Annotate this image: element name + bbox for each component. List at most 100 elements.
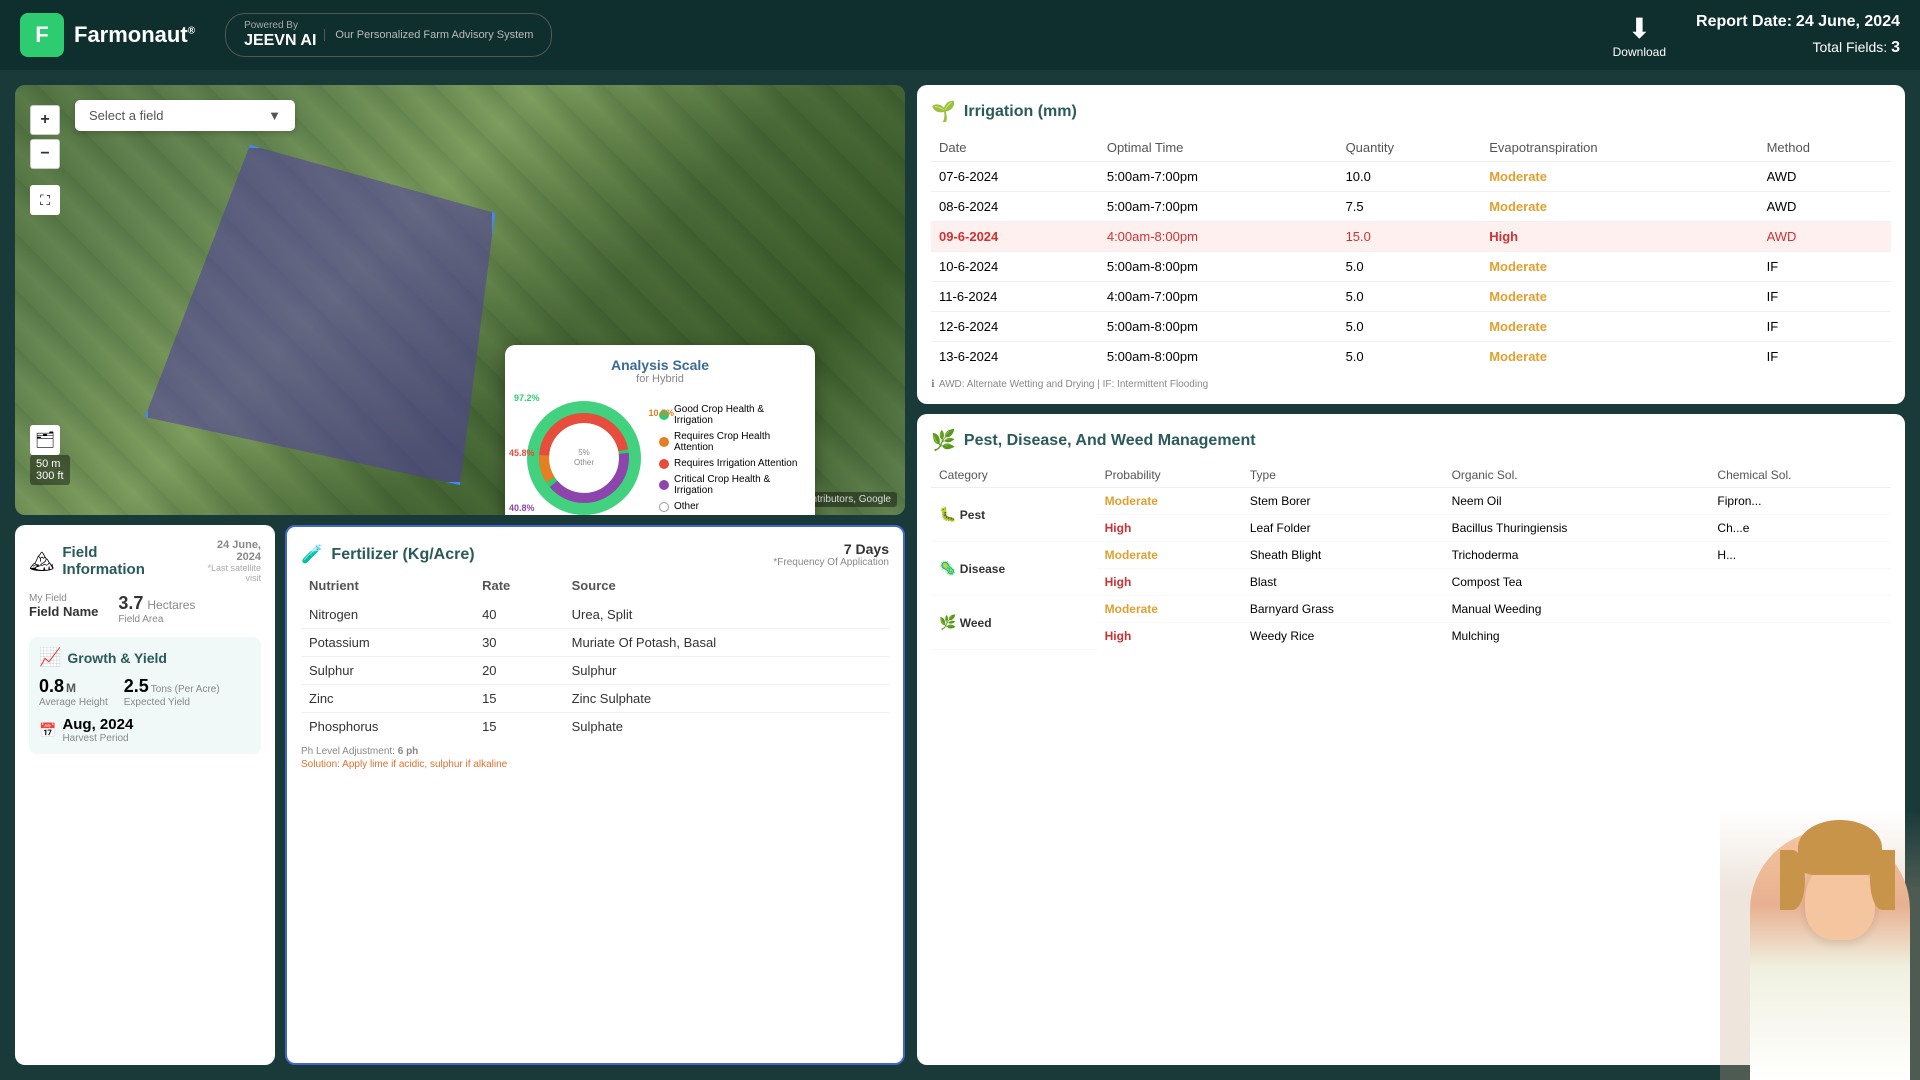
- irrigation-header: 🌱 Irrigation (mm): [931, 99, 1891, 124]
- pest-disease-panel: 🌿 Pest, Disease, And Weed Management Cat…: [917, 414, 1905, 1065]
- growth-header: 📈 Growth & Yield: [39, 647, 251, 668]
- right-column: 🌱 Irrigation (mm) Date Optimal Time Quan…: [917, 85, 1905, 1065]
- field-name-stat: My Field Field Name: [29, 593, 98, 625]
- pest-col-organic: Organic Sol.: [1444, 463, 1710, 488]
- jeevn-subtitle: Our Personalized Farm Advisory System: [324, 29, 533, 41]
- jeevn-name: JEEVN AI: [244, 32, 316, 50]
- map-scale-info: 50 m 300 ft: [30, 455, 70, 485]
- powered-by-label: Powered By: [244, 20, 316, 32]
- field-icon: 🏔: [29, 549, 54, 574]
- pest-title: Pest, Disease, And Weed Management: [964, 432, 1256, 450]
- layers-button[interactable]: 🗂: [30, 425, 60, 455]
- irrigation-row: 11-6-2024 4:00am-7:00pm 5.0 Moderate IF: [931, 282, 1891, 312]
- legend-irr: Requires Irrigation Attention: [659, 458, 801, 469]
- fertilizer-row: Sulphur 20 Sulphur: [301, 657, 889, 685]
- pest-col-chemical: Chemical Sol.: [1709, 463, 1891, 488]
- field-select-dropdown[interactable]: Select a field ▼: [75, 100, 295, 131]
- irr-col-time: Optimal Time: [1099, 134, 1338, 162]
- fertilizer-row: Potassium 30 Muriate Of Potash, Basal: [301, 629, 889, 657]
- pest-row: 🦠 Disease Moderate Sheath Blight Trichod…: [931, 542, 1891, 569]
- irr-col-qty: Quantity: [1338, 134, 1482, 162]
- left-column: + − Select a field ▼ ⛶ 🗂 50 m 300 ft Lea…: [15, 85, 905, 1065]
- header: F Farmonaut® Powered By JEEVN AI Our Per…: [0, 0, 1920, 70]
- legend-crop: Requires Crop Health Attention: [659, 431, 801, 453]
- irr-col-date: Date: [931, 134, 1099, 162]
- farmonaut-logo-icon: F: [20, 13, 64, 57]
- fullscreen-button[interactable]: ⛶: [30, 185, 60, 215]
- fert-col-source: Source: [564, 574, 889, 601]
- download-icon: ⬇: [1628, 12, 1651, 45]
- fertilizer-row: Nitrogen 40 Urea, Split: [301, 601, 889, 629]
- irrigation-panel: 🌱 Irrigation (mm) Date Optimal Time Quan…: [917, 85, 1905, 404]
- fertilizer-panel: 🧪 Fertilizer (Kg/Acre) 7 Days *Frequency…: [285, 525, 905, 1065]
- download-label: Download: [1613, 45, 1666, 59]
- pest-table: Category Probability Type Organic Sol. C…: [931, 463, 1891, 650]
- fertilizer-icon: 🧪: [301, 544, 323, 565]
- growth-icon: 📈: [39, 647, 61, 668]
- zoom-in-button[interactable]: +: [30, 105, 60, 135]
- fertilizer-table: Nutrient Rate Source Nitrogen 40 Urea, S…: [301, 574, 889, 740]
- bottom-panels: 🏔 Field Information 24 June, 2024 *Last …: [15, 525, 905, 1065]
- irrigation-row: 12-6-2024 5:00am-8:00pm 5.0 Moderate IF: [931, 312, 1891, 342]
- field-info-title: Field Information: [62, 544, 182, 578]
- irr-col-evap: Evapotranspiration: [1481, 134, 1758, 162]
- irrigation-icon: 🌱: [931, 99, 956, 124]
- logo-text: Farmonaut®: [74, 22, 195, 47]
- analysis-scale-popup: Analysis Scale for Hybrid: [505, 345, 815, 515]
- fertilizer-header: 🧪 Fertilizer (Kg/Acre) 7 Days *Frequency…: [301, 541, 889, 568]
- fert-col-nutrient: Nutrient: [301, 574, 474, 601]
- field-stats-row: My Field Field Name 3.7 Hectares Field A…: [29, 593, 261, 625]
- download-area[interactable]: ⬇ Download: [1613, 12, 1666, 59]
- growth-title: Growth & Yield: [67, 650, 167, 666]
- total-fields: Total Fields: 3: [1696, 35, 1900, 61]
- irrigation-row: 13-6-2024 5:00am-8:00pm 5.0 Moderate IF: [931, 342, 1891, 372]
- chevron-down-icon: ▼: [268, 108, 281, 123]
- pest-col-prob: Probability: [1097, 463, 1242, 488]
- legend-dot-crop: [659, 437, 669, 447]
- report-date: Report Date: 24 June, 2024: [1696, 9, 1900, 35]
- map-zoom-controls: + −: [30, 105, 60, 169]
- irrigation-row: 09-6-2024 4:00am-8:00pm 15.0 High AWD: [931, 222, 1891, 252]
- growth-stats: 0.8 M Average Height 2.5 Tons (Per Acre)…: [39, 676, 251, 708]
- irrigation-row: 07-6-2024 5:00am-7:00pm 10.0 Moderate AW…: [931, 162, 1891, 192]
- logo-area: F Farmonaut®: [20, 13, 195, 57]
- scale-legend: Good Crop Health & Irrigation Requires C…: [659, 404, 801, 512]
- growth-yield-section: 📈 Growth & Yield 0.8 M Average Height: [29, 637, 261, 754]
- irrigation-footnote: ℹ AWD: Alternate Wetting and Drying | IF…: [931, 379, 1891, 390]
- pest-row: 🌿 Weed Moderate Barnyard Grass Manual We…: [931, 596, 1891, 623]
- donut-chart: 5% Other 97.2% 10.5% 45.8% 40.8%: [519, 393, 649, 515]
- fertilizer-row: Zinc 15 Zinc Sulphate: [301, 685, 889, 713]
- scale-content: 5% Other 97.2% 10.5% 45.8% 40.8% Good Cr…: [519, 393, 801, 515]
- irrigation-table-body: 07-6-2024 5:00am-7:00pm 10.0 Moderate AW…: [931, 162, 1891, 372]
- irrigation-row: 08-6-2024 5:00am-7:00pm 7.5 Moderate AWD: [931, 192, 1891, 222]
- report-info: Report Date: 24 June, 2024 Total Fields:…: [1696, 9, 1900, 60]
- legend-dot-other: [659, 502, 669, 512]
- donut-label-critical: 40.8%: [509, 503, 644, 513]
- avg-height-stat: 0.8 M Average Height: [39, 676, 108, 708]
- map-container[interactable]: + − Select a field ▼ ⛶ 🗂 50 m 300 ft Lea…: [15, 85, 905, 515]
- fertilizer-footer: Ph Level Adjustment: 6 ph: [301, 746, 889, 757]
- field-info-date: 24 June, 2024 *Last satellite visit: [190, 539, 261, 583]
- donut-label-crop: 10.5%: [648, 408, 674, 418]
- legend-critical: Critical Crop Health & Irrigation: [659, 474, 801, 496]
- fertilizer-frequency: 7 Days *Frequency Of Application: [773, 541, 889, 568]
- harvest-stat: 📅 Aug, 2024 Harvest Period: [39, 716, 251, 744]
- field-info-panel: 🏔 Field Information 24 June, 2024 *Last …: [15, 525, 275, 1065]
- irr-col-method: Method: [1759, 134, 1891, 162]
- logo-text-group: Farmonaut®: [74, 22, 195, 48]
- pest-col-category: Category: [931, 463, 1097, 488]
- zoom-out-button[interactable]: −: [30, 139, 60, 169]
- irrigation-title: Irrigation (mm): [964, 103, 1077, 121]
- fertilizer-solution: Solution: Apply lime if acidic, sulphur …: [301, 759, 889, 770]
- analysis-scale-subtitle: for Hybrid: [519, 373, 801, 385]
- irrigation-table: Date Optimal Time Quantity Evapotranspir…: [931, 134, 1891, 371]
- donut-label-good: 97.2%: [514, 393, 540, 403]
- fertilizer-title: Fertilizer (Kg/Acre): [331, 546, 474, 564]
- fertilizer-table-body: Nitrogen 40 Urea, Split Potassium 30 Mur…: [301, 601, 889, 740]
- donut-label-irr: 45.8%: [509, 448, 674, 493]
- pest-col-type: Type: [1242, 463, 1444, 488]
- field-area-stat: 3.7 Hectares Field Area: [118, 593, 195, 625]
- pest-table-body: 🐛 Pest Moderate Stem Borer Neem Oil Fipr…: [931, 488, 1891, 650]
- header-right: ⬇ Download Report Date: 24 June, 2024 To…: [1613, 9, 1900, 60]
- fert-col-rate: Rate: [474, 574, 564, 601]
